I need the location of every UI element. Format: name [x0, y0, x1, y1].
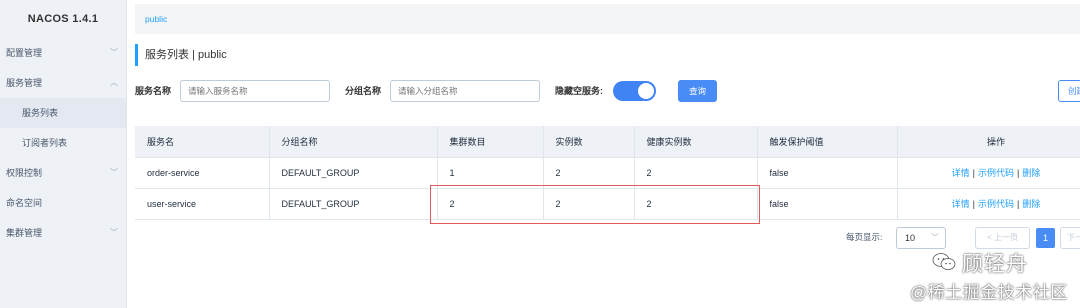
sidebar-item-label: 服务列表 [22, 108, 59, 118]
chevron-up-icon: ︿ [110, 78, 118, 87]
column-header: 集群数目 [437, 126, 544, 158]
sidebar-item-label: 配置管理 [6, 48, 43, 58]
column-header: 分组名称 [269, 126, 438, 158]
toggle-knob [638, 83, 654, 99]
sidebar-item-label: 集群管理 [6, 228, 43, 238]
create-service-button[interactable]: 创建 [1058, 80, 1080, 102]
service-name-input[interactable] [180, 80, 330, 102]
service-name-cell: user-service [135, 188, 270, 220]
sidebar-item-namespace[interactable]: 命名空间 [0, 188, 126, 218]
cluster-count-cell: 1 [437, 157, 544, 189]
column-header: 服务名 [135, 126, 270, 158]
filter-bar: 服务名称 分组名称 隐藏空服务: 查询 创建 [135, 78, 1080, 104]
table-row: order-service DEFAULT_GROUP 1 2 2 false … [135, 157, 1080, 189]
wechat-icon [932, 253, 956, 270]
column-header: 操作 [897, 126, 1080, 158]
group-name-cell: DEFAULT_GROUP [269, 188, 438, 220]
next-page-button[interactable]: 下一 [1060, 227, 1080, 249]
sidebar-item-subscribers[interactable]: 订阅者列表 [0, 128, 126, 158]
action-separator: | [972, 199, 975, 209]
service-name-label: 服务名称 [135, 86, 172, 96]
instance-count-cell: 2 [543, 157, 635, 189]
sidebar-item-cluster[interactable]: 集群管理 ﹀ [0, 218, 126, 248]
column-header: 实例数 [543, 126, 635, 158]
chevron-down-icon: ﹀ [110, 48, 118, 57]
per-page-value: 10 [905, 233, 916, 243]
sidebar-item-label: 权限控制 [6, 168, 43, 178]
annotation-highlight-box [430, 185, 760, 224]
sidebar: NACOS 1.4.1 配置管理 ﹀ 服务管理 ︿ 服务列表 订阅者列表 权限控… [0, 0, 127, 308]
sidebar-item-auth[interactable]: 权限控制 ﹀ [0, 158, 126, 188]
breadcrumb[interactable]: public [135, 4, 1080, 34]
group-name-label: 分组名称 [345, 86, 382, 96]
column-header: 触发保护阈值 [757, 126, 898, 158]
detail-link[interactable]: 详情 [952, 199, 970, 209]
action-separator: | [972, 168, 975, 178]
per-page-select[interactable]: 10 ﹀ [896, 227, 946, 249]
sidebar-item-service-list[interactable]: 服务列表 [0, 98, 126, 128]
sidebar-item-label: 命名空间 [6, 198, 43, 208]
healthy-count-cell: 2 [634, 157, 758, 189]
page-number-button[interactable]: 1 [1036, 228, 1055, 248]
watermark-site: @稀土掘金技术社区 [910, 283, 1068, 302]
query-button[interactable]: 查询 [678, 80, 717, 102]
chevron-down-icon: ﹀ [931, 233, 939, 242]
app-logo: NACOS 1.4.1 [27, 13, 99, 25]
hide-empty-toggle[interactable] [613, 81, 656, 101]
per-page-label: 每页显示: [846, 232, 883, 242]
detail-link[interactable]: 详情 [952, 168, 970, 178]
sidebar-item-config[interactable]: 配置管理 ﹀ [0, 38, 126, 68]
chevron-down-icon: ﹀ [110, 228, 118, 237]
page-title: 服务列表 | public [135, 44, 227, 66]
sample-code-link[interactable]: 示例代码 [978, 199, 1014, 209]
threshold-cell: false [757, 157, 898, 189]
actions-cell: 详情 | 示例代码 | 删除 [897, 157, 1080, 189]
delete-link[interactable]: 删除 [1022, 168, 1040, 178]
service-name-cell: order-service [135, 157, 270, 189]
table-header-row: 服务名 分组名称 集群数目 实例数 健康实例数 触发保护阈值 操作 [135, 126, 1080, 158]
sidebar-item-label: 服务管理 [6, 78, 43, 88]
chevron-down-icon: ﹀ [110, 168, 118, 177]
prev-page-button[interactable]: < 上一页 [975, 227, 1030, 249]
actions-cell: 详情 | 示例代码 | 删除 [897, 188, 1080, 220]
group-name-cell: DEFAULT_GROUP [269, 157, 438, 189]
column-header: 健康实例数 [634, 126, 758, 158]
sidebar-item-service[interactable]: 服务管理 ︿ [0, 68, 126, 98]
sample-code-link[interactable]: 示例代码 [978, 168, 1014, 178]
group-name-input[interactable] [390, 80, 540, 102]
sidebar-item-label: 订阅者列表 [22, 138, 68, 148]
hide-empty-label: 隐藏空服务: [555, 86, 603, 96]
delete-link[interactable]: 删除 [1022, 199, 1040, 209]
threshold-cell: false [757, 188, 898, 220]
watermark-author: 顾轻舟 [962, 253, 1028, 276]
